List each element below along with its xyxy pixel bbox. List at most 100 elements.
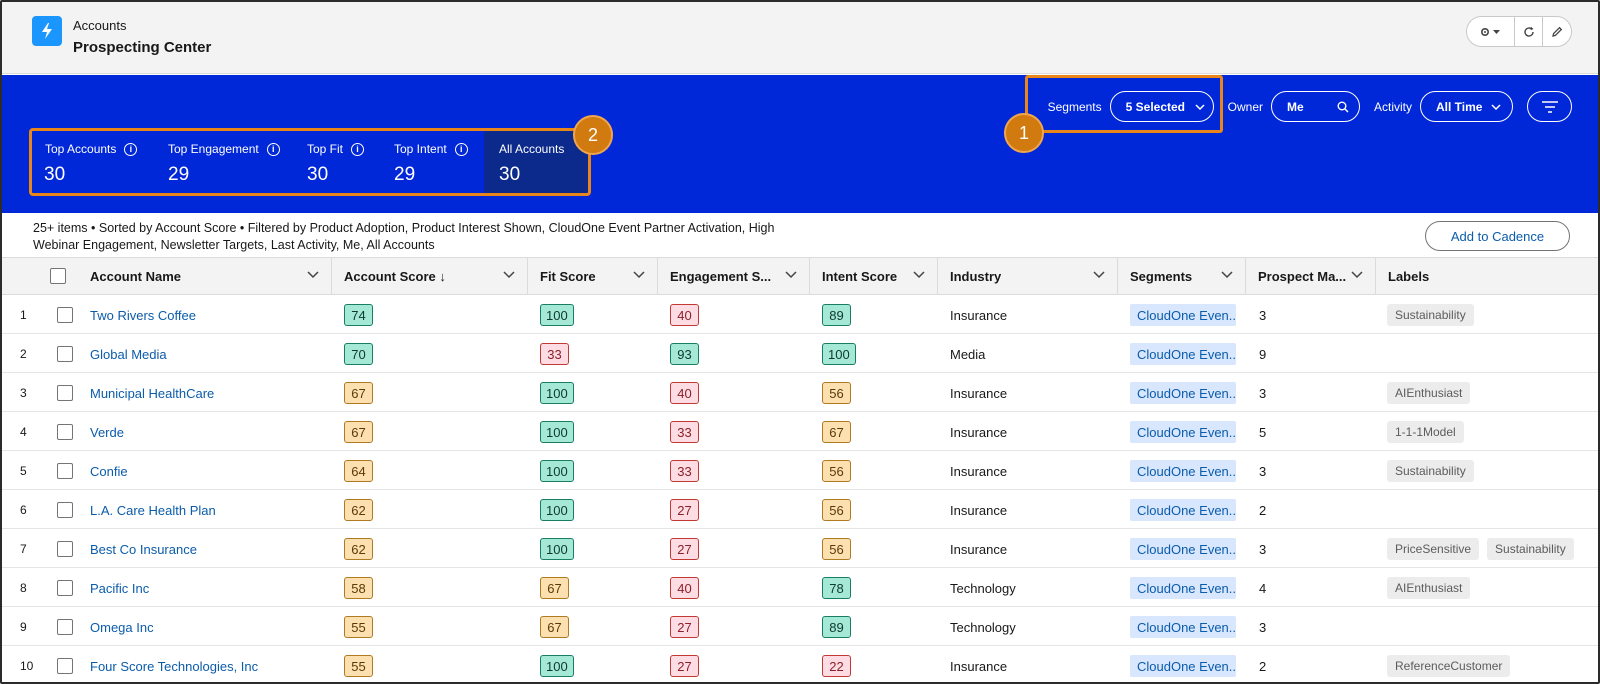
page-header: Accounts Prospecting Center [2, 2, 1598, 74]
table-row[interactable]: 9 Omega Inc 55 67 27 89 Technology CloudOne Eve… [2, 608, 1598, 646]
breadcrumb[interactable]: Accounts [73, 18, 126, 33]
segments-cell: CloudOne Even... [1130, 647, 1236, 682]
column-title: Account Name [90, 268, 182, 284]
row-checkbox[interactable] [57, 463, 73, 479]
filter-button[interactable] [1527, 91, 1572, 122]
prospecting-band: Segments 5 Selected Owner Me Activity Al… [2, 75, 1598, 213]
table-row[interactable]: 6 L.A. Care Health Plan 62 100 27 56 Insurance… [2, 491, 1598, 529]
fit-score-cell: 67 [540, 608, 569, 646]
column-header-labels[interactable]: Labels [1376, 258, 1598, 294]
chevron-down-icon[interactable] [1351, 271, 1363, 279]
column-header-account-score[interactable]: Account Score ↓ [332, 258, 528, 294]
labels-cell: Sustainability [1387, 452, 1482, 490]
account-name-link[interactable]: Pacific Inc [90, 569, 149, 607]
segments-dropdown[interactable]: 5 Selected [1109, 91, 1214, 122]
chevron-down-icon[interactable] [785, 271, 797, 279]
industry-cell: Media [950, 346, 986, 362]
table-row[interactable]: 5 Confie 64 100 33 56 Insurance CloudOne Even..… [2, 452, 1598, 490]
segment-chip[interactable]: CloudOne Even... [1130, 382, 1236, 404]
row-checkbox[interactable] [57, 346, 73, 362]
activity-dropdown[interactable]: All Time [1420, 91, 1513, 122]
info-icon[interactable]: i [266, 142, 280, 156]
segment-chip[interactable]: CloudOne Even... [1130, 421, 1236, 443]
account-name-link[interactable]: Two Rivers Coffee [90, 296, 196, 334]
refresh-button[interactable] [1515, 17, 1543, 46]
row-checkbox[interactable] [57, 424, 73, 440]
select-all-checkbox[interactable] [50, 268, 66, 284]
table-row[interactable]: 4 Verde 67 100 33 67 Insurance CloudOne Even...… [2, 413, 1598, 451]
info-icon[interactable]: i [351, 142, 365, 156]
column-header-segments[interactable]: Segments [1118, 258, 1246, 294]
account-name-link[interactable]: Global Media [90, 335, 167, 373]
add-to-cadence-button[interactable]: Add to Cadence [1425, 221, 1570, 251]
segment-chip[interactable]: CloudOne Even... [1130, 655, 1236, 677]
segment-chip[interactable]: CloudOne Even... [1130, 538, 1236, 560]
owner-search[interactable]: Me [1270, 91, 1360, 122]
segment-chip[interactable]: CloudOne Even... [1130, 304, 1236, 326]
row-checkbox-cell [57, 491, 73, 529]
fit-score-badge: 100 [540, 655, 574, 677]
account-name-link[interactable]: Confie [90, 452, 128, 490]
account-name-link[interactable]: Municipal HealthCare [90, 374, 214, 412]
edit-button[interactable] [1543, 17, 1571, 46]
account-name-link[interactable]: Verde [90, 413, 124, 451]
tile-top-engagement[interactable]: Top Engagement i 29 [155, 131, 294, 193]
column-header-fit-score[interactable]: Fit Score [528, 258, 658, 294]
account-name-link[interactable]: Four Score Technologies, Inc [90, 647, 258, 682]
row-checkbox-cell [57, 608, 73, 646]
row-checkbox[interactable] [57, 658, 73, 674]
account-score-badge: 55 [344, 655, 373, 677]
account-score-cell: 62 [344, 491, 373, 529]
account-name-link[interactable]: L.A. Care Health Plan [90, 491, 216, 529]
row-number: 10 [20, 659, 34, 673]
fit-score-badge: 100 [540, 460, 574, 482]
prospect-matches-cell: 3 [1259, 385, 1267, 401]
row-checkbox[interactable] [57, 541, 73, 557]
chevron-down-icon [1491, 103, 1501, 110]
chevron-down-icon[interactable] [1221, 271, 1233, 279]
intent-score-cell: 100 [822, 335, 856, 373]
table-row[interactable]: 2 Global Media 70 33 93 100 Media CloudOne Even… [2, 335, 1598, 373]
column-header-engagement-score[interactable]: Engagement S... [658, 258, 810, 294]
list-summary: 25+ items • Sorted by Account Score • Fi… [33, 221, 775, 252]
tile-top-fit[interactable]: Top Fit i 30 [294, 131, 381, 193]
chevron-down-icon[interactable] [913, 271, 925, 279]
chevron-down-icon[interactable] [633, 271, 645, 279]
table-row[interactable]: 3 Municipal HealthCare 67 100 40 56 Insurance C… [2, 374, 1598, 412]
table-row[interactable]: 7 Best Co Insurance 62 100 27 56 Insurance Clou… [2, 530, 1598, 568]
info-icon[interactable]: i [454, 142, 468, 156]
account-name-link[interactable]: Omega Inc [90, 608, 154, 646]
account-name-link[interactable]: Best Co Insurance [90, 530, 197, 568]
segment-chip[interactable]: CloudOne Even... [1130, 343, 1236, 365]
tile-top-intent[interactable]: Top Intent i 29 [381, 131, 484, 193]
table-row[interactable]: 8 Pacific Inc 58 67 40 78 Technology CloudOne E… [2, 569, 1598, 607]
chevron-down-icon[interactable] [1093, 271, 1105, 279]
segment-chip[interactable]: CloudOne Even... [1130, 577, 1236, 599]
table-row[interactable]: 1 Two Rivers Coffee 74 100 40 89 Insurance Clou… [2, 296, 1598, 334]
column-header-industry[interactable]: Industry [938, 258, 1118, 294]
tile-top-accounts[interactable]: Top Accounts i 30 [32, 131, 155, 193]
column-header-account-name[interactable]: Account Name [78, 258, 332, 294]
industry-cell: Insurance [950, 658, 1008, 674]
segment-chip[interactable]: CloudOne Even... [1130, 460, 1236, 482]
row-checkbox[interactable] [57, 307, 73, 323]
chevron-down-icon[interactable] [503, 271, 515, 279]
info-icon[interactable]: i [124, 142, 138, 156]
segment-chip[interactable]: CloudOne Even... [1130, 499, 1236, 521]
segment-chip[interactable]: CloudOne Even... [1130, 616, 1236, 638]
fit-score-badge: 33 [540, 343, 569, 365]
column-title: Account Score ↓ [344, 268, 446, 284]
column-header-prospect-matches[interactable]: Prospect Ma... [1246, 258, 1376, 294]
row-checkbox[interactable] [57, 385, 73, 401]
table-row[interactable]: 10 Four Score Technologies, Inc 55 100 27 22 I… [2, 647, 1598, 682]
tile-all-accounts[interactable]: All Accounts 30 [484, 131, 588, 193]
row-checkbox[interactable] [57, 502, 73, 518]
row-checkbox[interactable] [57, 619, 73, 635]
engagement-score-badge: 27 [670, 616, 699, 638]
chevron-down-icon[interactable] [307, 271, 319, 279]
column-header-intent-score[interactable]: Intent Score [810, 258, 938, 294]
account-score-cell: 70 [344, 335, 373, 373]
settings-menu-button[interactable] [1467, 17, 1515, 46]
account-score-cell: 74 [344, 296, 373, 334]
row-checkbox[interactable] [57, 580, 73, 596]
